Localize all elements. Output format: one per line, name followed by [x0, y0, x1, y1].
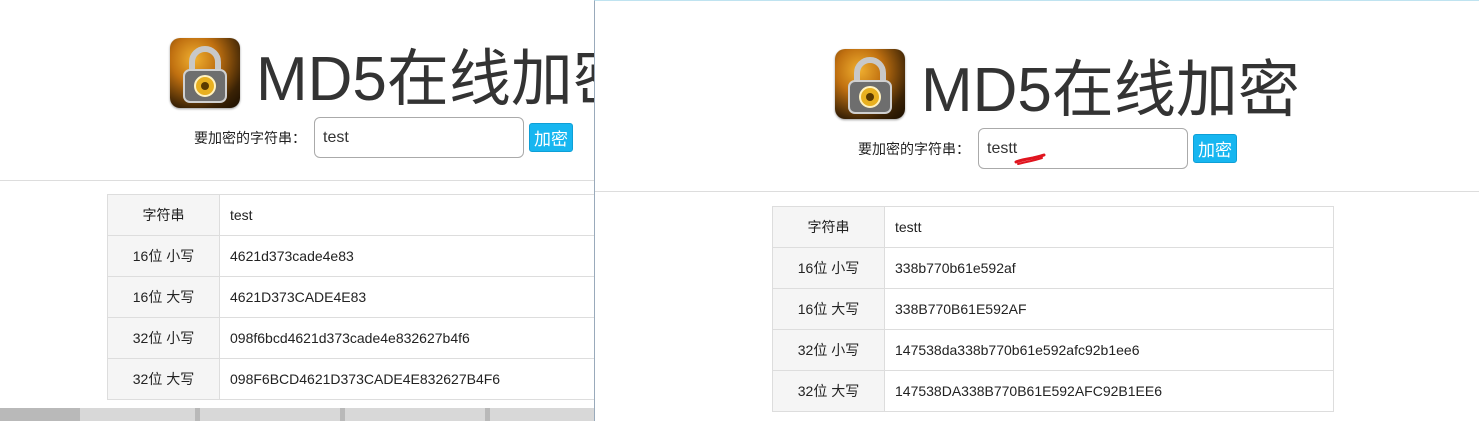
row-value: test: [219, 194, 600, 236]
string-input[interactable]: [314, 117, 524, 158]
row-label: 32位 小写: [107, 317, 220, 359]
left-window: MD5在线加密 要加密的字符串： 加密 字符串test16位 小写4621d37…: [0, 0, 600, 421]
row-label: 16位 小写: [107, 235, 220, 277]
input-label: 要加密的字符串：: [858, 140, 970, 157]
table-row: 字符串 testt: [772, 206, 1334, 248]
row-value: 147538DA338B770B61E592AFC92B1EE6: [884, 370, 1334, 412]
row-value: 338b770b61e592af: [884, 247, 1334, 289]
page-header: MD5在线加密: [835, 39, 1300, 129]
row-value: 4621D373CADE4E83: [219, 276, 600, 318]
table-row: 16位 小写 338b770b61e592af: [772, 247, 1334, 289]
divider: [595, 191, 1479, 192]
divider: [0, 180, 600, 181]
table-row: 32位 小写 147538da338b770b61e592afc92b1ee6: [772, 329, 1334, 371]
background-strip: [0, 408, 600, 421]
row-value: 4621d373cade4e83: [219, 235, 600, 277]
encrypt-button[interactable]: 加密: [529, 123, 573, 152]
row-value: 098f6bcd4621d373cade4e832627b4f6: [219, 317, 600, 359]
red-underline-annotation: [1014, 153, 1046, 165]
row-label: 字符串: [107, 194, 220, 236]
row-value: 147538da338b770b61e592afc92b1ee6: [884, 329, 1334, 371]
table-row: 32位 小写 098f6bcd4621d373cade4e832627b4f6: [107, 317, 600, 359]
page-title: MD5在线加密: [921, 56, 1300, 125]
row-label: 字符串: [772, 206, 885, 248]
input-label: 要加密的字符串：: [194, 129, 306, 146]
result-table: 字符串 test 16位 小写 4621d373cade4e83 16位 大写 4621D…: [107, 194, 600, 400]
encrypt-form: 要加密的字符串： 加密: [194, 117, 573, 158]
table-row: 16位 小写 4621d373cade4e83: [107, 235, 600, 277]
table-row: 16位 大写 338B770B61E592AF: [772, 288, 1334, 330]
table-row: 32位 大写 147538DA338B770B61E592AFC92B1EE6: [772, 370, 1334, 412]
table-row: 16位 大写 4621D373CADE4E83: [107, 276, 600, 318]
table-row: 32位 大写 098F6BCD4621D373CADE4E832627B4F6: [107, 358, 600, 400]
right-window: MD5在线加密 要加密的字符串： 加密 字符串testt16位 小写338b77…: [594, 0, 1479, 421]
row-value: testt: [884, 206, 1334, 248]
row-label: 32位 小写: [772, 329, 885, 371]
row-label: 16位 小写: [772, 247, 885, 289]
row-label: 16位 大写: [772, 288, 885, 330]
row-label: 16位 大写: [107, 276, 220, 318]
row-value: 098F6BCD4621D373CADE4E832627B4F6: [219, 358, 600, 400]
row-label: 32位 大写: [107, 358, 220, 400]
padlock-icon: [835, 49, 905, 119]
page-title: MD5在线加密: [256, 45, 600, 114]
string-input[interactable]: [978, 128, 1188, 169]
padlock-icon: [170, 38, 240, 108]
row-value: 338B770B61E592AF: [884, 288, 1334, 330]
table-row: 字符串 test: [107, 194, 600, 236]
encrypt-button[interactable]: 加密: [1193, 134, 1237, 163]
encrypt-form: 要加密的字符串： 加密: [858, 128, 1237, 169]
page-header: MD5在线加密: [170, 28, 600, 118]
result-table: 字符串 testt 16位 小写 338b770b61e592af 16位 大写 338B…: [772, 206, 1334, 412]
row-label: 32位 大写: [772, 370, 885, 412]
